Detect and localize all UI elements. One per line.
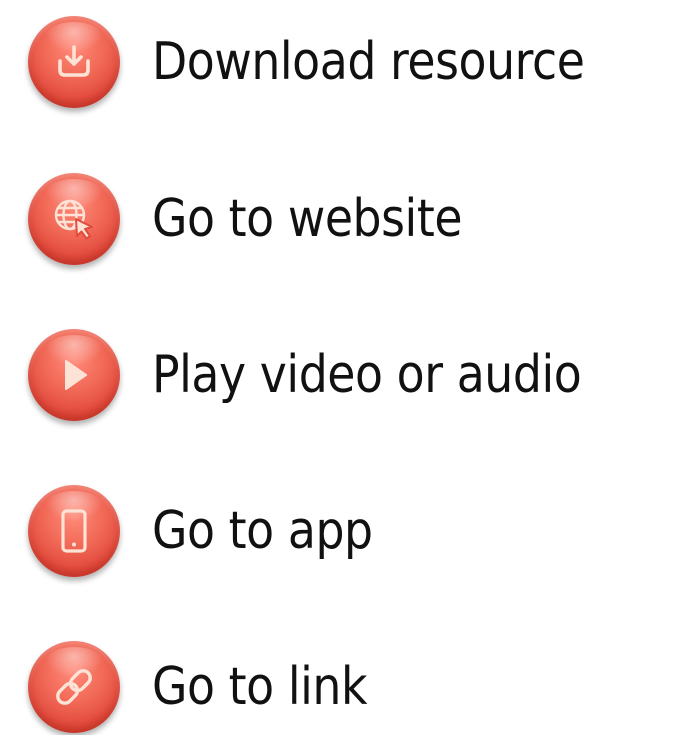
app-badge <box>28 485 120 577</box>
website-badge <box>28 173 120 265</box>
play-badge <box>28 329 120 421</box>
download-icon <box>58 45 90 77</box>
phone-icon <box>61 509 87 553</box>
go-to-link-label: Go to link <box>152 657 368 717</box>
action-legend: Download resource Go to website Play vid… <box>0 0 686 733</box>
go-to-website-label: Go to website <box>152 189 463 249</box>
download-resource-item[interactable]: Download resource <box>28 14 643 110</box>
download-badge <box>28 16 120 108</box>
play-icon <box>65 360 87 390</box>
go-to-app-item[interactable]: Go to app <box>28 483 403 579</box>
go-to-website-item[interactable]: Go to website <box>28 171 504 267</box>
go-to-app-label: Go to app <box>152 501 373 561</box>
play-video-or-audio-item[interactable]: Play video or audio <box>28 327 640 423</box>
link-badge <box>28 641 120 733</box>
globe-cursor-icon <box>54 199 93 240</box>
play-video-or-audio-label: Play video or audio <box>152 345 582 405</box>
link-icon <box>56 669 92 705</box>
download-resource-label: Download resource <box>152 32 585 92</box>
go-to-link-item[interactable]: Go to link <box>28 639 396 735</box>
